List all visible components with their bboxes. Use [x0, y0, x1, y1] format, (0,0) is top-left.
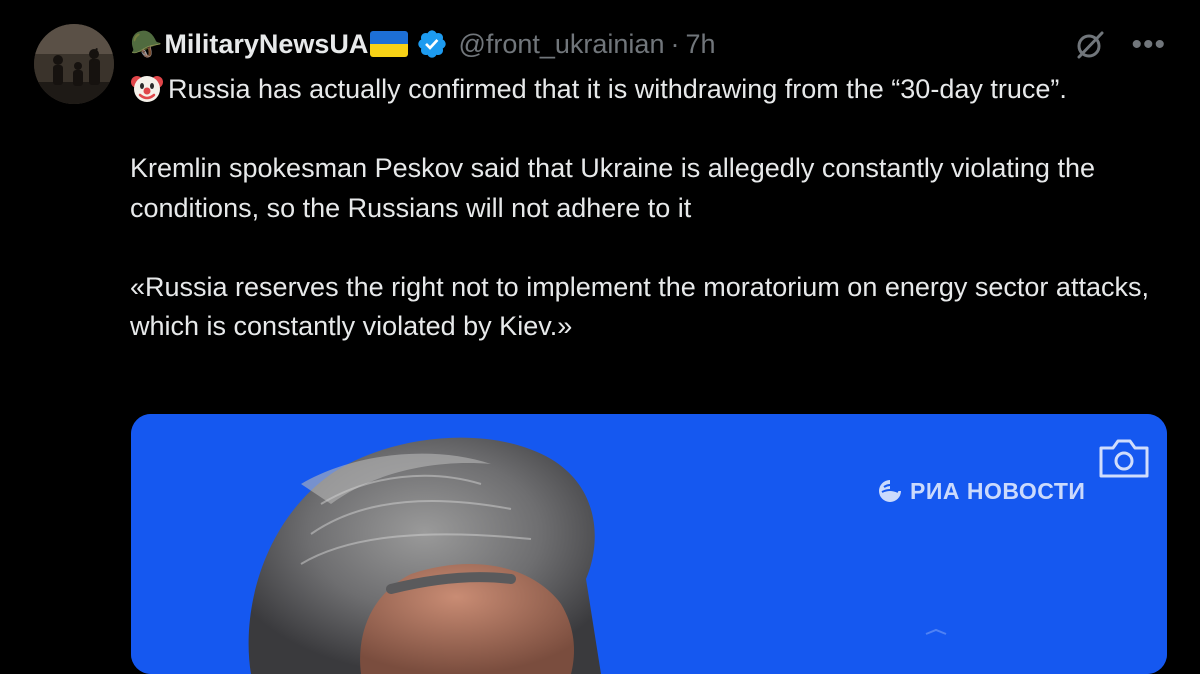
tweet-actions-top: •••: [1073, 28, 1166, 62]
separator-dot: ·: [670, 28, 680, 59]
tweet-line-1: Russia has actually confirmed that it is…: [168, 74, 1067, 104]
tweet[interactable]: 🪖 MilitaryNewsUA @front_ukrainian · 7h •…: [0, 0, 1200, 674]
tweet-header: 🪖 MilitaryNewsUA @front_ukrainian · 7h: [130, 26, 716, 62]
ukraine-flag-icon: [370, 31, 409, 57]
verified-badge-icon[interactable]: [416, 28, 448, 60]
ria-novosti-watermark: РИА НОВОСТИ: [876, 477, 1085, 505]
clown-emoji-icon: [131, 76, 163, 102]
helmet-emoji-icon: 🪖: [130, 29, 163, 59]
timestamp[interactable]: 7h: [685, 29, 715, 60]
camera-icon: [1099, 439, 1149, 478]
ria-logo-icon: [879, 480, 901, 502]
tweet-paragraph-3: «Russia reserves the right not to implem…: [130, 271, 1149, 342]
author-handle[interactable]: @front_ukrainian: [458, 29, 664, 60]
tweet-media[interactable]: РИА НОВОСТИ: [131, 414, 1167, 674]
avatar[interactable]: [34, 24, 114, 104]
ria-logo-text: РИА НОВОСТИ: [910, 477, 1086, 504]
tweet-text: Russia has actually confirmed that it is…: [130, 70, 1150, 347]
media-photo: [131, 414, 1167, 674]
tweet-paragraph-1: Russia has actually confirmed that it is…: [130, 70, 1150, 110]
author-display-name[interactable]: MilitaryNewsUA: [164, 29, 368, 60]
more-icon[interactable]: •••: [1131, 30, 1166, 60]
tweet-paragraph-2: Kremlin spokesman Peskov said that Ukrai…: [130, 153, 1095, 223]
grok-icon[interactable]: [1073, 28, 1107, 62]
avatar-image: [34, 24, 114, 104]
